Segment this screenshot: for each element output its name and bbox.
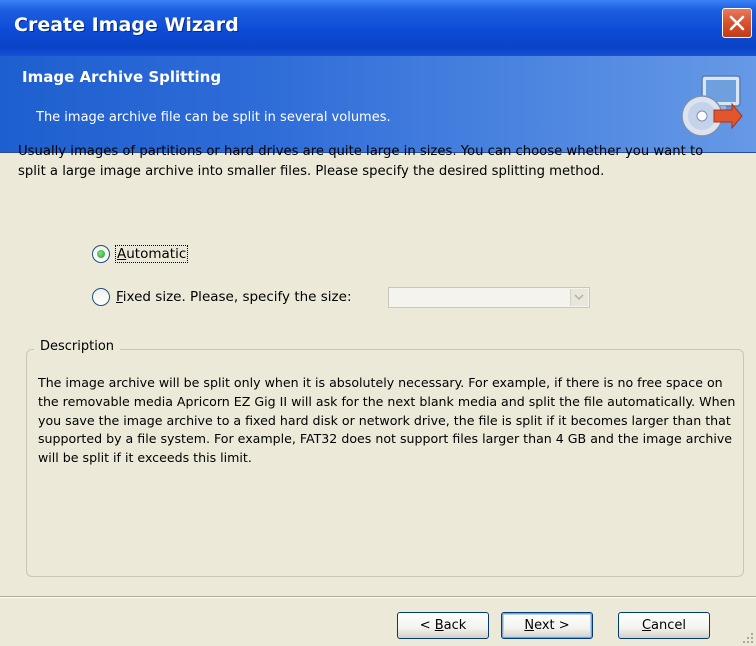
wizard-window: Create Image Wizard Image Archive Splitt… [0,0,756,646]
image-archive-icon [681,75,743,137]
wizard-header: Image Archive Splitting The image archiv… [0,56,756,153]
automatic-option[interactable]: Automatic [92,245,189,263]
header-subtitle: The image archive file can be split in s… [36,110,391,125]
fixed-size-label: Fixed size. Please, specify the size: [116,289,352,305]
fixed-size-option[interactable]: Fixed size. Please, specify the size: [92,288,352,306]
back-button[interactable]: < Back [397,612,489,639]
window-title: Create Image Wizard [14,14,239,36]
size-dropdown-button[interactable] [570,289,588,306]
title-bar[interactable]: Create Image Wizard [0,0,756,56]
size-select[interactable] [388,287,590,308]
fixed-size-radio[interactable] [92,288,110,306]
description-text: The image archive will be split only whe… [38,375,736,466]
description-legend: Description [34,339,121,354]
next-button[interactable]: Next > [501,612,593,639]
footer-separator [0,596,756,598]
automatic-radio[interactable] [92,245,110,263]
header-title: Image Archive Splitting [22,68,222,86]
intro-text: Usually images of partitions or hard dri… [18,144,704,179]
chevron-down-icon [574,294,584,301]
resize-grip-icon[interactable] [742,632,754,644]
close-icon [729,15,745,31]
cancel-button[interactable]: Cancel [618,612,710,639]
automatic-label: Automatic [114,245,189,263]
close-button[interactable] [722,8,752,38]
